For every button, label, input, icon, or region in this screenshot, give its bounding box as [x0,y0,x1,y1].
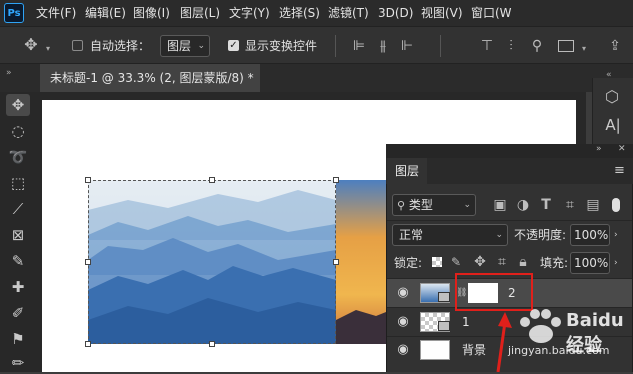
share-icon[interactable]: ⇪ [606,37,624,55]
3d-cube-icon[interactable]: ⬡ [601,88,623,106]
transform-handle[interactable] [85,259,91,265]
panel-menu-icon[interactable]: ≡ [614,163,625,178]
filter-kind-dropdown[interactable]: ⚲ 类型 ⌄ [392,194,476,216]
transform-handle[interactable] [333,259,339,265]
menu-view[interactable]: 视图(V) [421,0,463,26]
show-transform-checkbox[interactable]: ✓ [228,40,239,51]
transform-bounding-box[interactable] [88,180,336,344]
align-center-icon[interactable]: ⫵ [374,37,392,55]
workspace-icon[interactable] [558,40,574,52]
menu-image[interactable]: 图像(I) [133,0,170,26]
opacity-slider-toggle-icon[interactable]: › [614,230,618,240]
healing-brush-icon[interactable]: ✚ [6,276,30,298]
filter-adjustment-icon[interactable]: ◑ [515,196,531,214]
photoshop-logo-icon[interactable]: Ps [4,3,24,23]
blend-mode-dropdown[interactable]: 正常 ⌄ [392,224,508,246]
document-tab[interactable]: 未标题-1 @ 33.3% (2, 图层蒙版/8) * × [40,64,260,113]
auto-select-target-dropdown[interactable]: 图层 ⌄ [160,35,210,57]
smart-object-badge-icon [438,292,450,302]
filter-type-icon[interactable]: T [538,196,554,214]
transform-handle[interactable] [333,177,339,183]
filter-toggle-icon[interactable] [612,198,620,212]
distribute-icon[interactable]: ⫶ [502,37,520,55]
chevron-down-icon: ⌄ [197,41,205,51]
history-brush-icon[interactable]: ✏ [6,352,30,374]
menu-edit[interactable]: 编辑(E) [85,0,126,26]
clone-stamp-icon[interactable]: ⚑ [6,328,30,350]
lock-position-icon[interactable]: ✥ [472,253,488,271]
menu-layer[interactable]: 图层(L) [180,0,220,26]
brush-icon[interactable]: ✐ [6,302,30,324]
elliptical-marquee-icon[interactable]: ◌ [6,120,30,142]
transform-handle[interactable] [209,177,215,183]
quick-select-icon[interactable]: ⬚ [6,172,30,194]
lasso-icon[interactable]: ➰ [6,146,30,168]
transform-handle[interactable] [85,177,91,183]
align-top-icon[interactable]: ⊤ [478,37,496,55]
opacity-label: 不透明度: [514,228,567,242]
filter-kind-value: 类型 [408,198,433,212]
layer-name[interactable]: 1 [462,314,470,330]
lock-image-icon[interactable]: ✎ [448,253,464,271]
auto-select-checkbox[interactable] [72,40,83,51]
eyedropper-icon[interactable]: ✎ [6,250,30,272]
chevron-down-icon: ⌄ [495,230,503,240]
divider [387,220,632,221]
filter-shape-icon[interactable]: ⌗ [562,196,578,214]
menu-filter[interactable]: 滤镜(T) [328,0,369,26]
tool-preset-chevron-icon[interactable]: ▾ [46,44,50,53]
close-icon[interactable]: ✕ [618,144,626,154]
opacity-field[interactable]: 100% [570,224,610,246]
menu-type[interactable]: 文字(Y) [229,0,270,26]
fill-value: 100% [574,256,609,270]
lock-all-icon[interactable]: 🔒︎ [516,253,530,271]
document-tab-title: 未标题-1 @ 33.3% (2, 图层蒙版/8) * [50,71,254,85]
character-panel-icon[interactable]: A| [604,116,622,134]
search-icon[interactable]: ⚲ [528,37,546,55]
align-left-icon[interactable]: ⊫ [350,37,368,55]
layer-thumbnail[interactable] [420,340,450,360]
fill-slider-toggle-icon[interactable]: › [614,258,618,268]
tab-layers[interactable]: 图层 [387,158,427,184]
lock-transparent-icon[interactable] [432,257,442,267]
opacity-value: 100% [574,228,609,242]
menu-file[interactable]: 文件(F) [36,0,76,26]
layer-name[interactable]: 背景 [462,342,486,358]
smart-object-badge-icon [438,321,450,331]
frame-tool-icon[interactable]: ⊠ [6,224,30,246]
collapse-dock-icon[interactable]: « [606,70,612,80]
search-icon: ⚲ [397,199,406,212]
menu-select[interactable]: 选择(S) [279,0,320,26]
visibility-eye-icon[interactable]: ◉ [395,314,411,330]
fill-label: 填充: [540,256,569,270]
auto-select-label: 自动选择： [90,39,151,53]
align-right-icon[interactable]: ⊩ [398,37,416,55]
filter-pixel-icon[interactable]: ▣ [492,196,508,214]
show-transform-label: 显示变换控件 [245,39,318,53]
divider [440,35,441,57]
chevron-down-icon[interactable]: ▾ [582,44,586,53]
transform-handle[interactable] [85,341,91,347]
move-tool-icon[interactable]: ✥ [20,36,42,54]
lock-label: 锁定: [394,256,423,270]
transform-handle[interactable] [209,341,215,347]
lock-artboard-icon[interactable]: ⌗ [494,253,510,271]
divider [335,35,336,57]
visibility-eye-icon[interactable]: ◉ [395,342,411,358]
blend-mode-value: 正常 [399,228,424,242]
auto-select-target-value: 图层 [167,39,192,53]
watermark-url: jingyan.baidu.com [508,344,610,357]
menu-window[interactable]: 窗口(W [471,0,512,26]
move-tool-icon[interactable]: ✥ [6,94,30,116]
collapse-panel-icon[interactable]: » [596,144,602,154]
crop-icon[interactable]: ⟋ [6,198,30,220]
collapse-toolbar-icon[interactable]: » [6,68,12,78]
menu-3d[interactable]: 3D(D) [378,0,413,26]
filter-smart-object-icon[interactable]: ▤ [585,196,601,214]
fill-field[interactable]: 100% [570,252,610,274]
chevron-down-icon: ⌄ [463,200,471,210]
visibility-eye-icon[interactable]: ◉ [395,285,411,301]
